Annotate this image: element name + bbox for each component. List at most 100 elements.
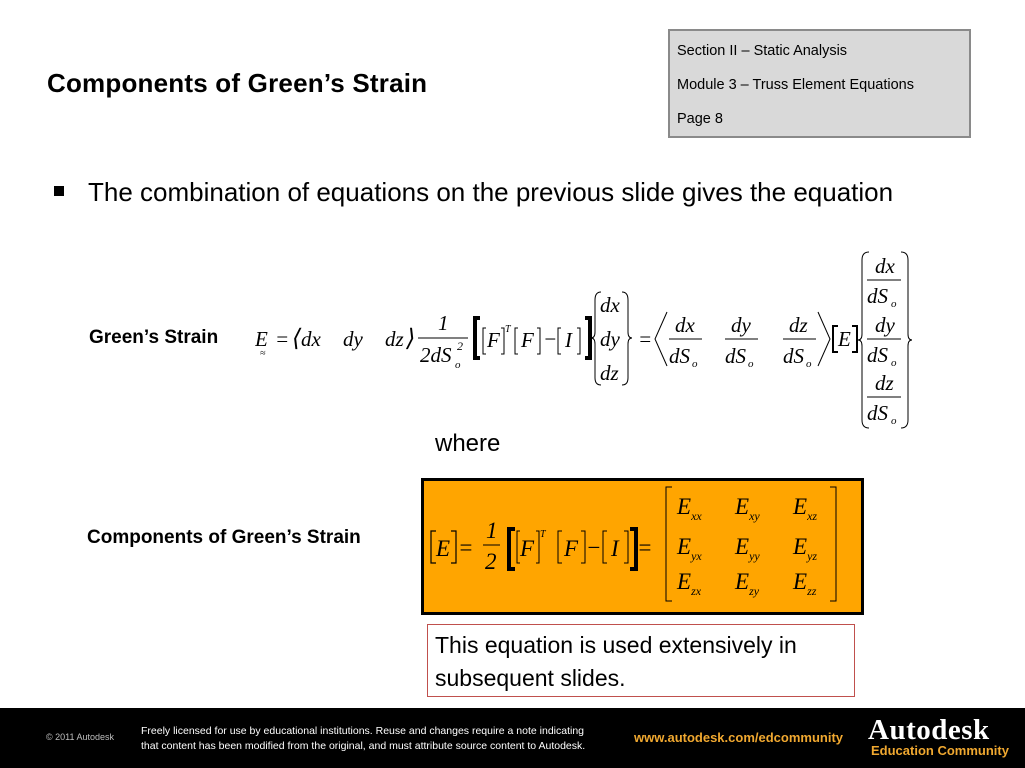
eq1-minus: − (543, 327, 557, 351)
eq2-bracket-F2-right (581, 530, 586, 564)
eq1-bracket-I-right (577, 327, 581, 355)
eq1-norm-den-0: dS (669, 344, 691, 368)
eq1-norm-den-2: dS (783, 344, 805, 368)
license-line-1: Freely licensed for use by educational i… (141, 725, 585, 737)
where-text: where (435, 430, 501, 457)
eq1-equals-2: = (638, 327, 652, 351)
education-community-label: Education Community (871, 743, 1009, 758)
strain-components-box: E = 1 2 F T F − I = Exx Exy Exz Eyx Eyy … (421, 478, 864, 615)
slide-title: Components of Green’s Strain (47, 68, 428, 98)
matrix-cell-yx: Eyx (676, 534, 702, 563)
eq1-F1: F (486, 328, 500, 352)
eq1-col-norm-num-2: dz (875, 371, 894, 395)
eq2-minus: − (586, 535, 602, 560)
eq2-lhs: E (435, 536, 450, 561)
components-label: Components of Green’s Strain (87, 527, 361, 548)
section-label: Section II – Static Analysis (677, 43, 848, 59)
eq1-row-1: dy (343, 327, 364, 351)
eq2-big-bracket-right (630, 527, 638, 571)
matrix-bracket-left (665, 486, 672, 602)
eq1-row-0: dx (301, 327, 322, 351)
eq2-half-num: 1 (486, 518, 498, 543)
eq1-col-norm-num-0: dx (875, 254, 896, 278)
eq1-frac-den-sub: o (455, 359, 461, 371)
matrix-cell-xy: Exy (734, 494, 760, 523)
matrix-bracket-right (830, 486, 837, 602)
bullet-text: The combination of equations on the prev… (88, 177, 894, 207)
eq1-big-bracket-left (473, 316, 480, 360)
eq1-F2: F (520, 328, 534, 352)
eq1-row-2: dz (385, 327, 404, 351)
eq2-bracket-F2-left (557, 530, 562, 564)
module-label: Module 3 – Truss Element Equations (677, 77, 914, 93)
eq1-bracket-F2-left (514, 327, 518, 355)
strain-components-equation: E = 1 2 F T F − I = Exx Exy Exz Eyx Eyy … (430, 486, 837, 602)
copyright-text: © 2011 Autodesk (46, 732, 115, 742)
eq2-bracket-F1-right (536, 530, 540, 564)
bullet-square-icon (54, 186, 64, 196)
eq2-F2: F (563, 536, 579, 561)
eq1-norm-den-sub-0: o (692, 358, 698, 370)
eq1-rangle-2 (817, 311, 831, 367)
eq1-bracket-F1-left (482, 327, 486, 355)
eq1-col-1: dy (600, 327, 621, 351)
matrix-cell-zx: Ezx (676, 569, 702, 598)
bullet-point: The combination of equations on the prev… (54, 173, 914, 212)
eq1-norm-den-1: dS (725, 344, 747, 368)
eq1-norm-num-0: dx (675, 313, 696, 337)
green-strain-equation: E ≈ = ⟨ dx dy dz ⟩ 1 2dS 2 o F T F − I d… (255, 251, 913, 429)
eq2-bracket-I-right (624, 530, 629, 564)
eq1-big-bracket-right (585, 316, 592, 360)
eq1-col-norm-den-0: dS (867, 284, 889, 308)
eq2-transpose: T (540, 529, 547, 540)
eq1-col-norm-den-sub-0: o (891, 298, 897, 310)
matrix-cell-xx: Exx (676, 494, 702, 523)
eq1-col-norm-den-2: dS (867, 401, 889, 425)
eq1-norm-den-sub-1: o (748, 358, 754, 370)
eq1-norm-num-1: dy (731, 313, 752, 337)
eq2-equals: = (458, 535, 474, 560)
page-label: Page 8 (677, 111, 723, 127)
eq1-equals: = (275, 327, 289, 351)
license-line-2: that content has been modified from the … (141, 740, 586, 752)
eq1-col-brace-right (621, 291, 633, 386)
eq2-bracket-E-right (451, 530, 457, 564)
license-text: Freely licensed for use by educational i… (141, 724, 585, 754)
eq1-col-norm-den-sub-2: o (891, 415, 897, 427)
eq1-norm-den-sub-2: o (806, 358, 812, 370)
eq2-I: I (610, 536, 620, 561)
eq2-F1: F (519, 536, 535, 561)
eq1-col-0: dx (600, 293, 621, 317)
eq1-col-norm-den-1: dS (867, 343, 889, 367)
matrix-cell-zy: Ezy (734, 569, 760, 598)
eq1-norm-col-brace-right (900, 251, 913, 429)
section-info-box: Section II – Static Analysis Module 3 – … (668, 29, 971, 138)
eq1-transpose: T (505, 324, 512, 335)
eq2-bracket-I-left (602, 530, 607, 564)
matrix-cell-yy: Eyy (734, 534, 760, 563)
edcommunity-link[interactable]: www.autodesk.com/edcommunity (634, 730, 843, 745)
eq1-I: I (564, 328, 573, 352)
green-strain-label: Green’s Strain (89, 327, 219, 348)
eq2-equals-2: = (637, 535, 653, 560)
eq1-bracket-F2-right (537, 327, 541, 355)
eq1-frac-den: 2dS (420, 343, 452, 367)
matrix-cell-zz: Ezz (792, 569, 817, 598)
eq1-bracket-I-left (557, 327, 561, 355)
eq1-col-norm-den-sub-1: o (891, 357, 897, 369)
eq2-big-bracket-left (507, 527, 515, 571)
eq1-norm-num-2: dz (789, 313, 808, 337)
eq1-col-norm-num-1: dy (875, 313, 896, 337)
eq1-frac-num: 1 (438, 311, 449, 335)
eq2-half-den: 2 (485, 549, 497, 574)
eq1-rangle: ⟩ (405, 326, 415, 352)
eq1-langle-2 (654, 311, 668, 367)
eq1-col-2: dz (600, 361, 619, 385)
footer-bar: © 2011 Autodesk Freely licensed for use … (0, 708, 1025, 768)
eq1-tensor-mark: ≈ (260, 348, 266, 359)
note-callout: This equation is used extensively in sub… (427, 624, 855, 697)
eq1-frac-den-sup: 2 (457, 339, 463, 353)
strain-matrix: Exx Exy Exz Eyx Eyy Eyz Ezx Ezy Ezz (676, 494, 817, 598)
eq1-bracket-F1-right (501, 327, 505, 355)
matrix-cell-yz: Eyz (792, 534, 817, 563)
